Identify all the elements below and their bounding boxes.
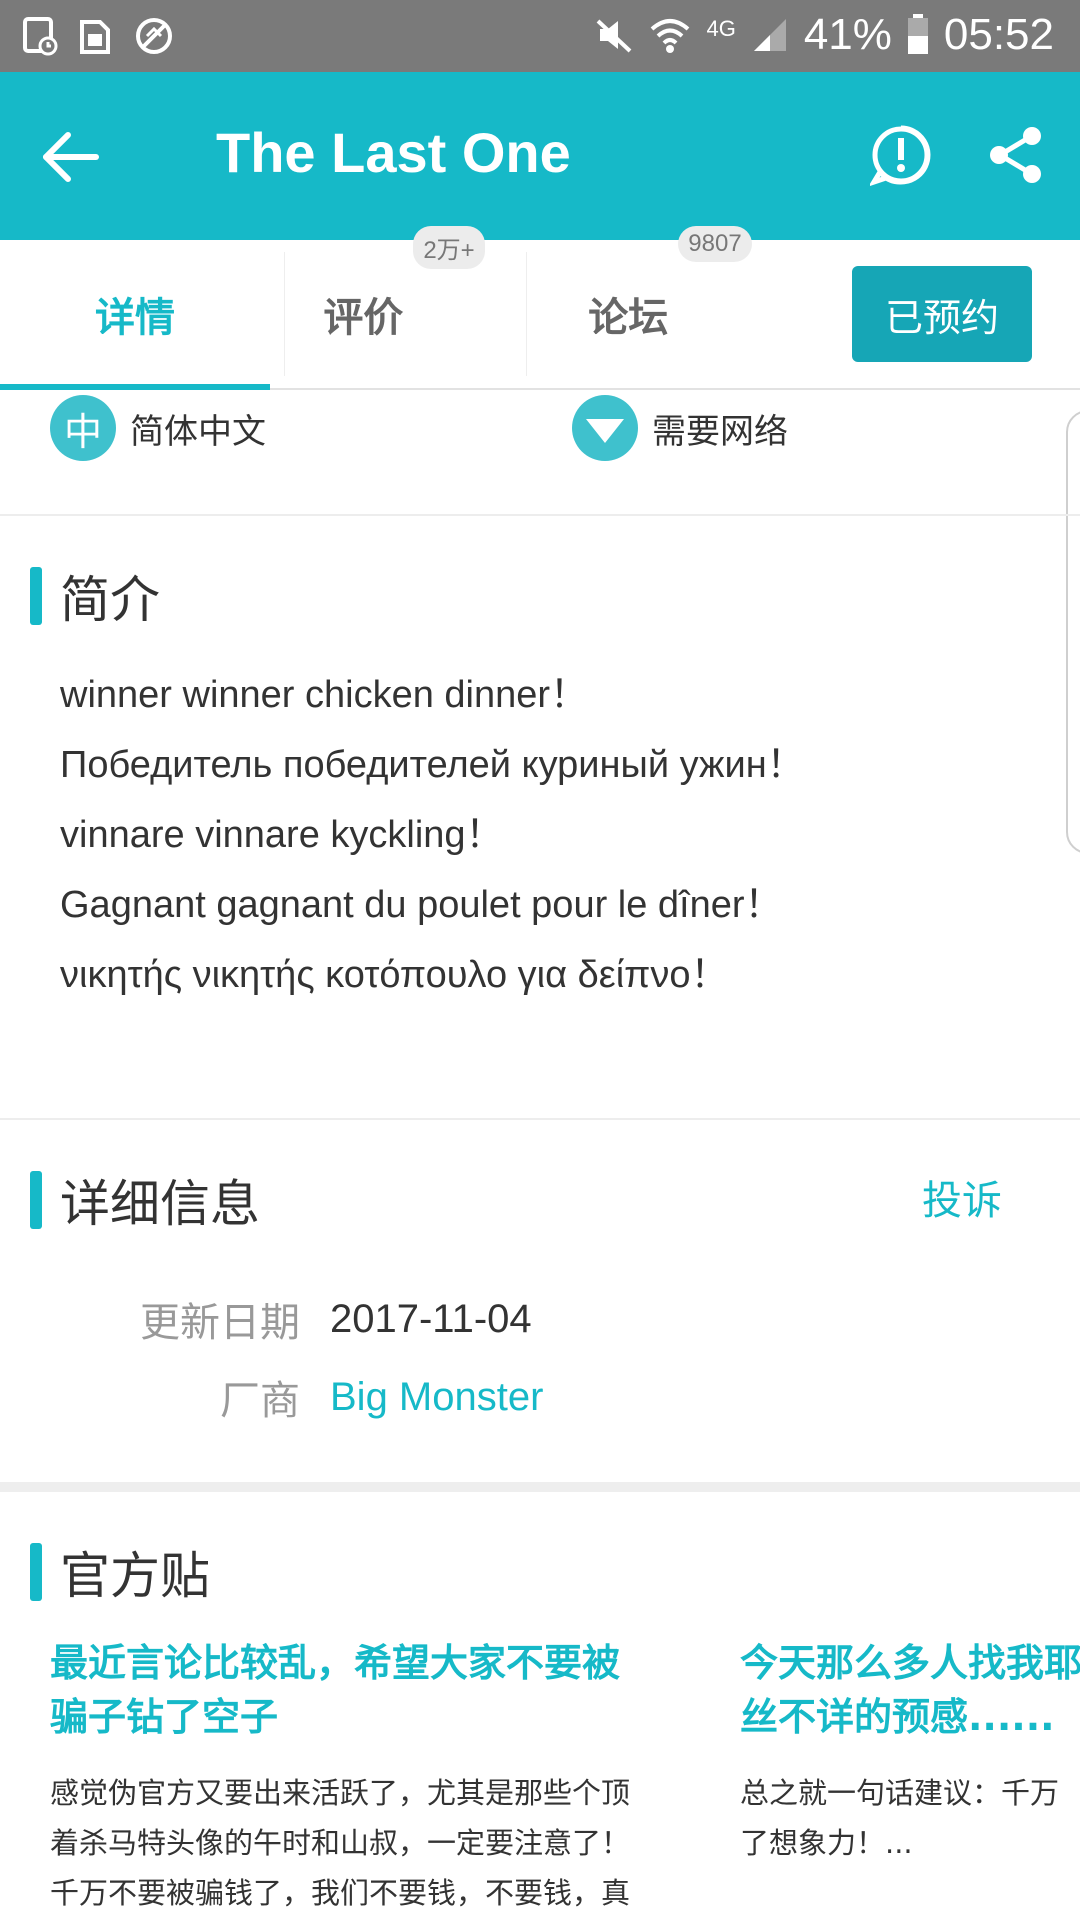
intro-title: 简介 — [60, 571, 160, 629]
feature-language: 中 简体中文 — [50, 394, 266, 462]
screenshot-icon — [23, 17, 58, 56]
details-section-header: 详细信息 — [30, 1164, 260, 1236]
tab-label: 详情 — [95, 295, 175, 341]
vendor-row: 厂商 Big Monster — [0, 1368, 543, 1426]
post-title: 今天那么多人找我耶 丝不详的预感...... — [740, 1636, 1080, 1744]
official-posts-title: 官方贴 — [60, 1547, 210, 1605]
official-post-card[interactable]: 最近言论比较乱，希望大家不要被 骗子钻了空子 感觉伪官方又要出来活跃了，尤其是那… — [50, 1636, 690, 1918]
post-excerpt-line: 着杀马特头像的午时和山叔，一定要注意了！ — [50, 1826, 631, 1860]
page-title: The Last One — [216, 121, 571, 184]
chinese-language-icon: 中 — [50, 395, 116, 461]
battery-icon — [907, 14, 928, 54]
post-title: 最近言论比较乱，希望大家不要被 骗子钻了空子 — [50, 1636, 690, 1744]
tab-bar: 详情 评价 2万+ 论坛 9807 已预约 — [0, 226, 1080, 390]
tab-label: 评价 — [323, 295, 404, 341]
tab-label: 论坛 — [588, 295, 669, 341]
wifi-icon — [651, 19, 690, 53]
app-bar: The Last One — [0, 72, 1080, 240]
vendor-label: 厂商 — [220, 1378, 300, 1424]
post-excerpt-line: 总之就一句话建议：千万 — [740, 1776, 1060, 1810]
feature-network: 需要网络 — [572, 394, 788, 462]
tab-active-indicator — [0, 384, 270, 390]
post-excerpt: 感觉伪官方又要出来活跃了，尤其是那些个顶 着杀马特头像的午时和山叔，一定要注意了… — [50, 1768, 690, 1918]
intro-line: winner winner chicken dinner！ — [60, 674, 589, 716]
post-title-line: 今天那么多人找我耶 — [740, 1641, 1080, 1685]
details-title: 详细信息 — [60, 1175, 260, 1233]
battery-percent: 41% — [803, 10, 892, 59]
review-count-badge: 2万+ — [413, 226, 485, 269]
status-right: 4G 41% 05:52 — [594, 10, 1054, 60]
mute-icon — [597, 19, 632, 53]
report-icon[interactable] — [870, 124, 932, 186]
tab-forum[interactable]: 论坛 9807 — [540, 226, 800, 388]
intro-line: Gagnant gagnant du poulet pour le dîner！ — [60, 884, 783, 926]
tab-reviews[interactable]: 评价 2万+ — [284, 226, 524, 388]
vendor-link[interactable]: Big Monster — [330, 1375, 543, 1420]
post-excerpt-line: 千万不要被骗钱了，我们不要钱，不要钱，真 — [50, 1876, 631, 1910]
official-post-card[interactable]: 今天那么多人找我耶 丝不详的预感...... 总之就一句话建议：千万 了想象力！… — [740, 1636, 1080, 1868]
update-date-row: 更新日期 2017-11-04 — [0, 1290, 532, 1348]
post-excerpt-line: 感觉伪官方又要出来活跃了，尤其是那些个顶 — [50, 1776, 631, 1810]
sim-icon — [80, 20, 110, 54]
feature-label: 需要网络 — [652, 411, 788, 452]
section-accent-bar — [30, 567, 42, 625]
divider — [0, 1482, 1080, 1492]
update-date-value: 2017-11-04 — [330, 1296, 532, 1341]
divider — [0, 514, 1080, 516]
section-accent-bar — [30, 1543, 42, 1601]
side-panel-handle[interactable] — [1066, 410, 1080, 854]
post-excerpt: 总之就一句话建议：千万 了想象力！... — [740, 1768, 1080, 1868]
intro-line: Победитель победителей куриный ужин！ — [60, 744, 805, 786]
section-accent-bar — [30, 1171, 42, 1229]
feature-label: 简体中文 — [130, 411, 266, 452]
post-title-line: 丝不详的预感...... — [740, 1695, 1055, 1739]
post-title-line: 最近言论比较乱，希望大家不要被 — [50, 1641, 621, 1685]
intro-line: vinnare vinnare kyckling！ — [60, 814, 504, 856]
update-date-label: 更新日期 — [140, 1300, 300, 1346]
forum-count-badge: 9807 — [678, 226, 752, 262]
official-posts-header: 官方贴 — [30, 1536, 210, 1608]
intro-text: winner winner chicken dinner！ Победитель… — [60, 660, 1060, 1010]
post-title-line: 骗子钻了空子 — [50, 1695, 279, 1739]
divider — [0, 1118, 1080, 1120]
network-type: 4G — [706, 16, 736, 41]
tab-divider — [526, 252, 527, 376]
post-excerpt-line: 了想象力！... — [740, 1826, 913, 1860]
intro-section-header: 简介 — [30, 560, 160, 632]
network-required-icon — [572, 395, 638, 461]
complaint-link[interactable]: 投诉 — [922, 1168, 1002, 1226]
clock: 05:52 — [943, 10, 1054, 59]
tab-details[interactable]: 详情 — [0, 240, 270, 388]
status-left-icons — [22, 16, 174, 56]
intro-line: νικητής νικητής κοτόπουλο για δείπνο！ — [60, 954, 729, 996]
reserved-button[interactable]: 已预约 — [852, 266, 1032, 362]
signal-icon — [753, 19, 786, 51]
status-bar: 4G 41% 05:52 — [0, 0, 1080, 72]
back-arrow-icon[interactable] — [40, 126, 102, 188]
blocked-icon — [136, 18, 172, 54]
share-icon[interactable] — [986, 124, 1046, 186]
